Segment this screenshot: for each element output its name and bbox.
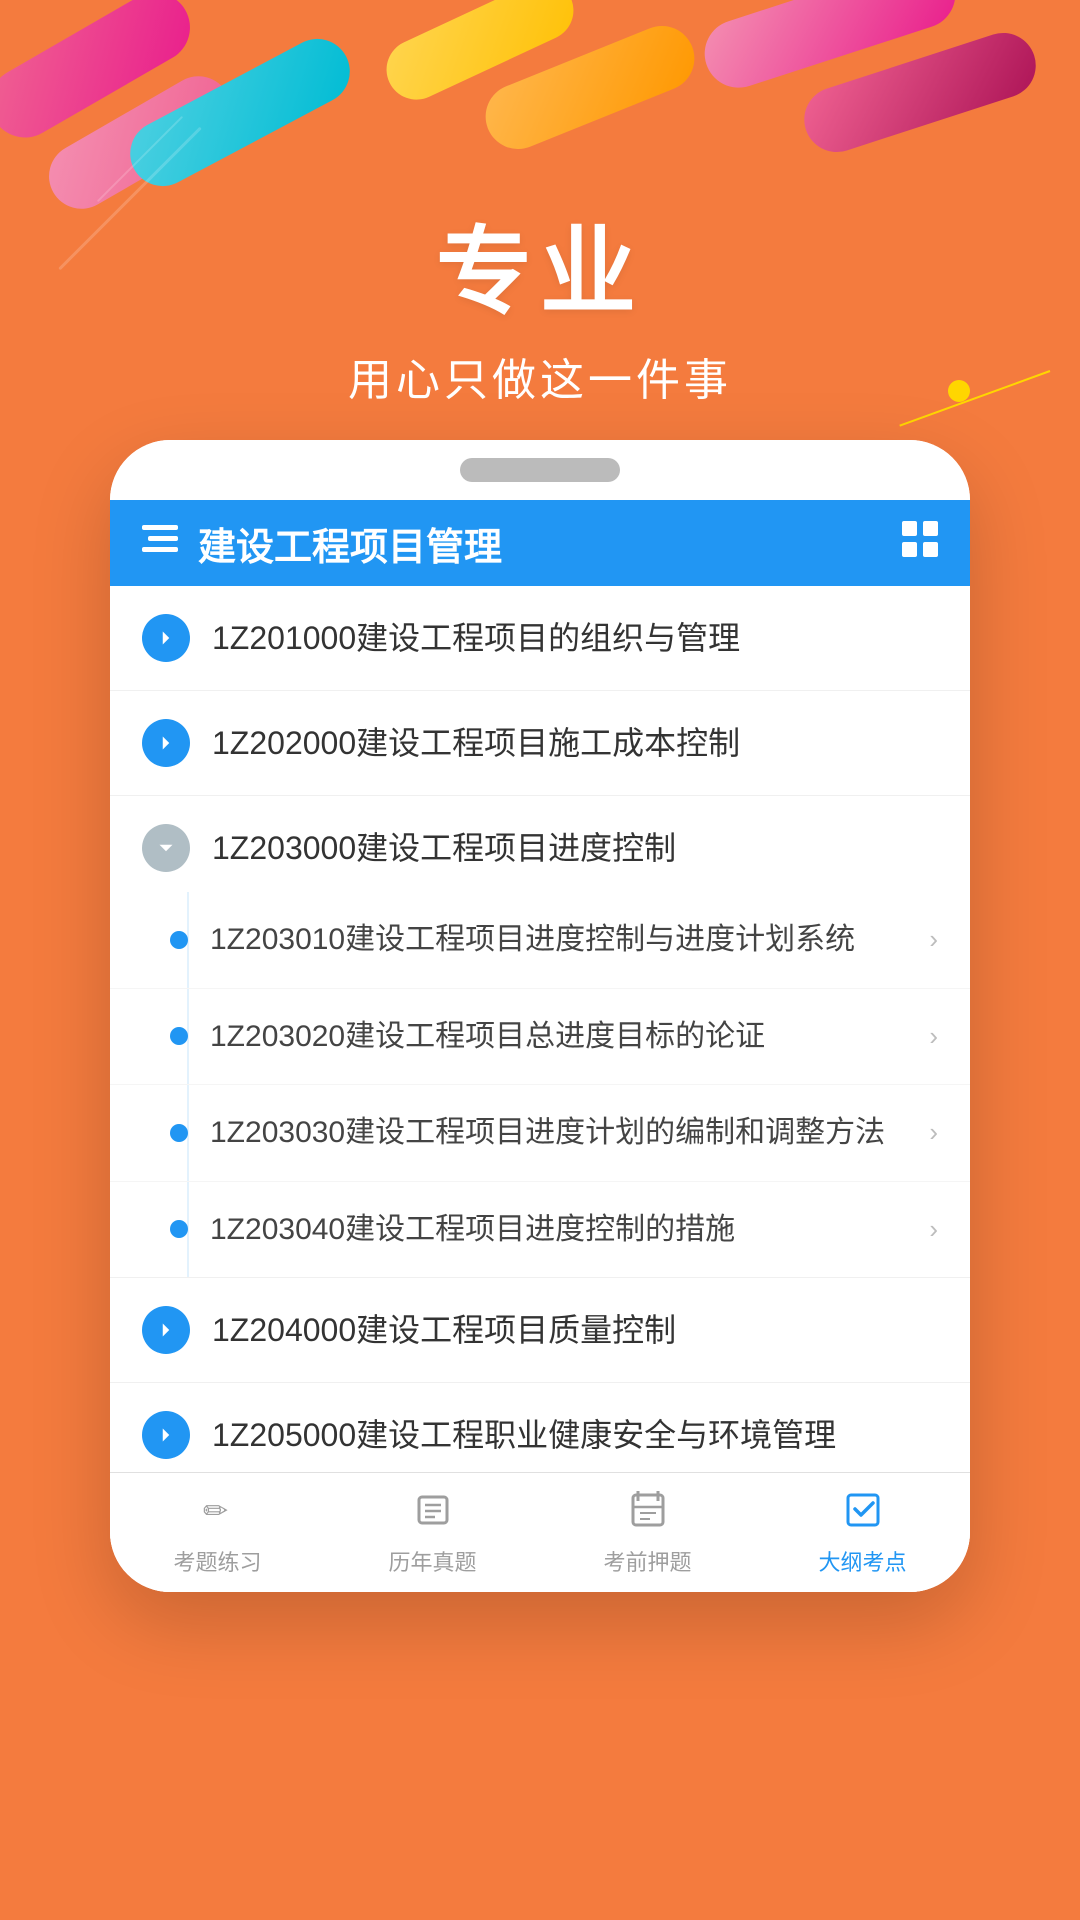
sub-label-1z203020: 1Z203020建设工程项目总进度目标的论证 xyxy=(210,1015,929,1059)
sub-chevron-1z203010: › xyxy=(929,924,938,955)
nav-item-syllabus[interactable]: 大纲考点 xyxy=(755,1473,970,1592)
nav-label-past-papers: 历年真题 xyxy=(388,1545,476,1577)
practice-icon: ✏ xyxy=(198,1489,238,1539)
sub-item-1z203010[interactable]: 1Z203010建设工程项目进度控制与进度计划系统 › xyxy=(110,892,970,989)
sub-dot-1z203040 xyxy=(170,1220,188,1238)
sub-dot-1z203020 xyxy=(170,1027,188,1045)
predict-icon xyxy=(628,1489,668,1539)
sub-item-1z203030[interactable]: 1Z203030建设工程项目进度计划的编制和调整方法 › xyxy=(110,1085,970,1182)
item-icon-1z204000 xyxy=(142,1306,190,1354)
sub-dot-1z203010 xyxy=(170,931,188,949)
item-label-1z201000: 1Z201000建设工程项目的组织与管理 xyxy=(212,616,938,661)
list-item-1z203000[interactable]: 1Z203000建设工程项目进度控制 xyxy=(110,796,970,892)
phone-notch-area xyxy=(110,440,970,500)
nav-label-syllabus: 大纲考点 xyxy=(818,1545,906,1577)
sub-chevron-1z203020: › xyxy=(929,1021,938,1052)
item-icon-1z205000 xyxy=(142,1411,190,1459)
header-title: 建设工程项目管理 xyxy=(198,516,902,571)
sub-label-1z203040: 1Z203040建设工程项目进度控制的措施 xyxy=(210,1208,929,1252)
list-container: 1Z201000建设工程项目的组织与管理 1Z202000建设工程项目施工成本控… xyxy=(110,586,970,1592)
phone-mockup: 建设工程项目管理 1Z201000建设工程项目的组织与管理 1Z202000建设… xyxy=(110,440,970,1592)
item-label-1z204000: 1Z204000建设工程项目质量控制 xyxy=(212,1308,938,1353)
item-icon-1z201000 xyxy=(142,614,190,662)
app-header: 建设工程项目管理 xyxy=(110,500,970,586)
item-label-1z205000: 1Z205000建设工程职业健康安全与环境管理 xyxy=(212,1413,938,1458)
grid-icon[interactable] xyxy=(902,521,938,565)
item-icon-1z203000 xyxy=(142,824,190,872)
item-icon-1z202000 xyxy=(142,719,190,767)
nav-item-practice[interactable]: ✏ 考题练习 xyxy=(110,1473,325,1592)
list-item-1z201000[interactable]: 1Z201000建设工程项目的组织与管理 xyxy=(110,586,970,691)
sub-item-1z203020[interactable]: 1Z203020建设工程项目总进度目标的论证 › xyxy=(110,989,970,1086)
nav-item-past-papers[interactable]: 历年真题 xyxy=(325,1473,540,1592)
sub-chevron-1z203030: › xyxy=(929,1117,938,1148)
sub-label-1z203030: 1Z203030建设工程项目进度计划的编制和调整方法 xyxy=(210,1111,929,1155)
hero-section: 专业 用心只做这一件事 xyxy=(0,220,1080,408)
item-label-1z202000: 1Z202000建设工程项目施工成本控制 xyxy=(212,721,938,766)
syllabus-icon xyxy=(843,1489,883,1539)
sub-chevron-1z203040: › xyxy=(929,1214,938,1245)
sub-list-inner: 1Z203010建设工程项目进度控制与进度计划系统 › 1Z203020建设工程… xyxy=(110,892,970,1277)
sub-list-1z203000: 1Z203010建设工程项目进度控制与进度计划系统 › 1Z203020建设工程… xyxy=(110,892,970,1278)
sub-label-1z203010: 1Z203010建设工程项目进度控制与进度计划系统 xyxy=(210,918,929,962)
list-item-1z204000[interactable]: 1Z204000建设工程项目质量控制 xyxy=(110,1278,970,1383)
bottom-nav: ✏ 考题练习 历年真题 xyxy=(110,1472,970,1592)
sub-dot-1z203030 xyxy=(170,1124,188,1142)
nav-label-predict: 考前押题 xyxy=(603,1545,691,1577)
past-papers-icon xyxy=(413,1489,453,1539)
nav-label-practice: 考题练习 xyxy=(173,1545,261,1577)
phone-notch xyxy=(460,458,620,482)
hero-title: 专业 xyxy=(0,220,1080,326)
nav-item-predict[interactable]: 考前押题 xyxy=(540,1473,755,1592)
menu-icon xyxy=(142,521,178,566)
list-item-1z202000[interactable]: 1Z202000建设工程项目施工成本控制 xyxy=(110,691,970,796)
item-label-1z203000: 1Z203000建设工程项目进度控制 xyxy=(212,826,938,871)
svg-text:✏: ✏ xyxy=(203,1495,228,1528)
sub-item-1z203040[interactable]: 1Z203040建设工程项目进度控制的措施 › xyxy=(110,1182,970,1278)
hero-subtitle: 用心只做这一件事 xyxy=(0,344,1080,408)
